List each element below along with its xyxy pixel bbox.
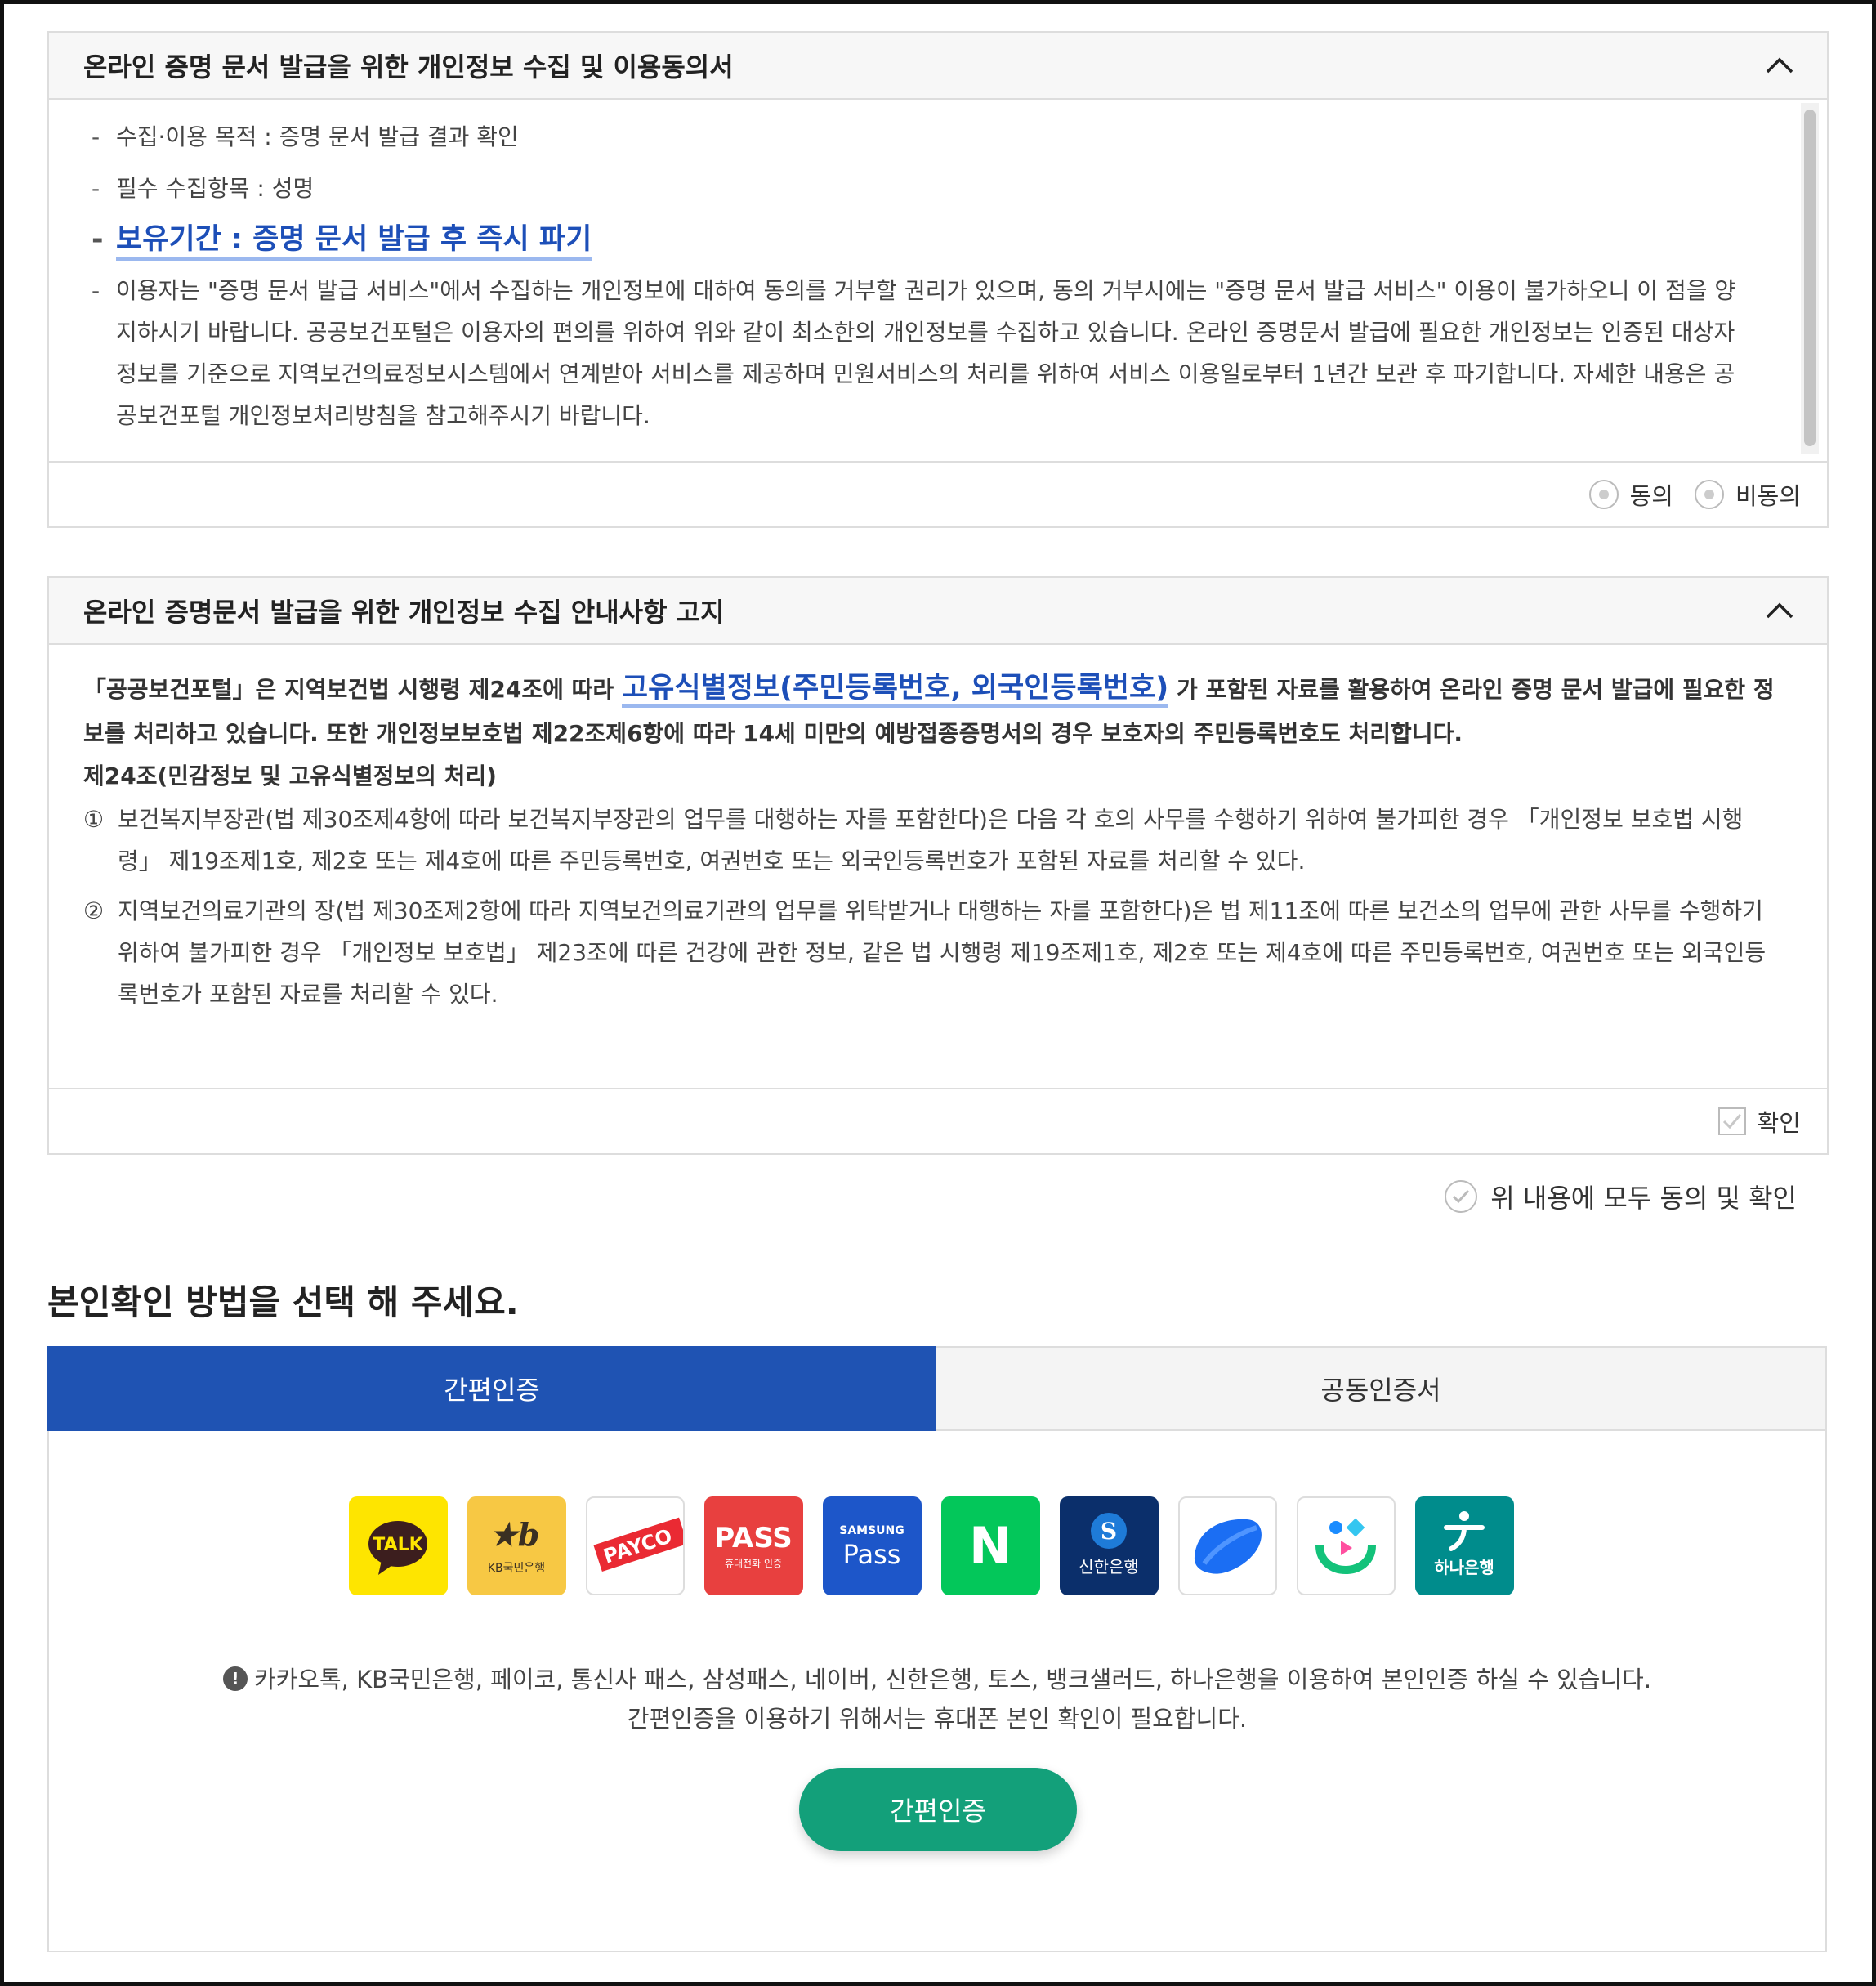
consent-body: 수집·이용 목적 : 증명 문서 발급 결과 확인 필수 수집항목 : 성명 보… xyxy=(49,100,1827,461)
kakao-text: TALK xyxy=(373,1535,423,1555)
disagree-radio-option[interactable]: 비동의 xyxy=(1694,477,1801,512)
auth-notice: ! 카카오톡, KB국민은행, 페이코, 통신사 패스, 삼성패스, 네이버, 신… xyxy=(49,1660,1825,1738)
clause-number: ② xyxy=(83,897,105,924)
notice-panel-title: 온라인 증명문서 발급을 위한 개인정보 수집 안내사항 고지 xyxy=(83,597,725,628)
agree-radio[interactable] xyxy=(1588,480,1619,509)
pass-icon[interactable]: PASS 휴대전화 인증 xyxy=(704,1496,803,1595)
consent-item-retention: 보유기간 : 증명 문서 발급 후 즉시 파기 xyxy=(92,216,1753,263)
auth-method-tabs: 간편인증 공동인증서 xyxy=(47,1346,1827,1431)
hana-bank-icon[interactable]: 하나은행 xyxy=(1415,1496,1514,1595)
exclamation-icon: ! xyxy=(222,1666,248,1691)
agree-radio-option[interactable]: 동의 xyxy=(1588,477,1673,512)
samsung-pass-icon[interactable]: SAMSUNG Pass xyxy=(823,1496,922,1595)
notice-clause: ② 지역보건의료기관의 장(법 제30조제2항에 따라 지역보건의료기관의 업무를… xyxy=(83,890,1778,1015)
provider-icons: TALK ★b KB국민은행 PAYCO PASS 휴대전화 인증 SAMSUN… xyxy=(349,1496,1514,1595)
consent-panel: 온라인 증명 문서 발급을 위한 개인정보 수집 및 이용동의서 수집·이용 목… xyxy=(47,31,1829,528)
consent-item-purpose: 수집·이용 목적 : 증명 문서 발급 결과 확인 xyxy=(92,116,1753,158)
pass-text: PASS xyxy=(714,1522,793,1554)
notice-panel-header[interactable]: 온라인 증명문서 발급을 위한 개인정보 수집 안내사항 고지 xyxy=(49,578,1827,645)
toss-icon[interactable] xyxy=(1178,1496,1277,1595)
samsung-pass-text: Pass xyxy=(843,1539,901,1570)
clause-number: ① xyxy=(83,806,105,833)
consent-panel-title: 온라인 증명 문서 발급을 위한 개인정보 수집 및 이용동의서 xyxy=(83,51,734,83)
tab-joint-certificate[interactable]: 공동인증서 xyxy=(936,1346,1827,1431)
hana-label: 하나은행 xyxy=(1434,1558,1494,1577)
payco-icon[interactable]: PAYCO xyxy=(586,1496,685,1595)
notice-body: 「공공보건포털」은 지역보건법 시행령 제24조에 따라 고유식별정보(주민등록… xyxy=(49,645,1827,1088)
consent-footer: 동의 비동의 xyxy=(49,461,1827,526)
notice-clause: ① 보건복지부장관(법 제30조제4항에 따라 보건복지부장관의 업무를 대행하는… xyxy=(83,798,1778,882)
disagree-radio[interactable] xyxy=(1694,480,1724,509)
auth-notice-line: 간편인증을 이용하기 위해서는 휴대폰 본인 확인이 필요합니다. xyxy=(627,1705,1248,1733)
kakaotalk-icon[interactable]: TALK xyxy=(349,1496,448,1595)
shinhan-bank-icon[interactable]: S 신한은행 xyxy=(1060,1496,1159,1595)
samsung-text: SAMSUNG xyxy=(839,1524,904,1537)
tab-simple-auth[interactable]: 간편인증 xyxy=(47,1346,936,1431)
chevron-up-icon[interactable] xyxy=(1765,51,1794,80)
notice-panel: 온라인 증명문서 발급을 위한 개인정보 수집 안내사항 고지 「공공보건포털」… xyxy=(47,576,1829,1155)
simple-auth-button[interactable]: 간편인증 xyxy=(799,1768,1077,1851)
disagree-label[interactable]: 비동의 xyxy=(1735,477,1801,512)
confirm-label[interactable]: 확인 xyxy=(1758,1104,1801,1138)
notice-clauses: ① 보건복지부장관(법 제30조제4항에 따라 보건복지부장관의 업무를 대행하는… xyxy=(83,798,1778,1015)
chevron-up-icon[interactable] xyxy=(1765,596,1794,625)
pass-sub: 휴대전화 인증 xyxy=(725,1558,782,1569)
scrollbar-thumb[interactable] xyxy=(1804,110,1816,446)
check-circle-icon[interactable] xyxy=(1445,1180,1478,1213)
consent-item-notice: 이용자는 "증명 문서 발급 서비스"에서 수집하는 개인정보에 대하여 동의를… xyxy=(92,270,1753,436)
simple-auth-panel: TALK ★b KB국민은행 PAYCO PASS 휴대전화 인증 SAMSUN… xyxy=(47,1431,1827,1952)
kb-bank-icon[interactable]: ★b KB국민은행 xyxy=(467,1496,566,1595)
svg-text:S: S xyxy=(1101,1518,1117,1545)
consent-scrollbar[interactable] xyxy=(1801,103,1819,454)
notice-lead: 「공공보건포털」은 지역보건법 시행령 제24조에 따라 고유식별정보(주민등록… xyxy=(83,666,1778,756)
svg-text:★b: ★b xyxy=(490,1516,540,1553)
consent-panel-header[interactable]: 온라인 증명 문서 발급을 위한 개인정보 수집 및 이용동의서 xyxy=(49,33,1827,100)
agree-all-option[interactable]: 위 내용에 모두 동의 및 확인 xyxy=(1445,1178,1797,1215)
notice-lead-pre: 「공공보건포털」은 지역보건법 시행령 제24조에 따라 xyxy=(83,676,622,703)
agree-all-label[interactable]: 위 내용에 모두 동의 및 확인 xyxy=(1490,1178,1797,1215)
notice-footer: 확인 xyxy=(49,1088,1827,1153)
naver-text: N xyxy=(969,1516,1012,1576)
kb-label: KB국민은행 xyxy=(488,1562,545,1575)
auth-notice-text: 카카오톡, KB국민은행, 페이코, 통신사 패스, 삼성패스, 네이버, 신한… xyxy=(253,1666,1652,1693)
shinhan-label: 신한은행 xyxy=(1079,1557,1139,1577)
confirm-checkbox[interactable] xyxy=(1717,1107,1746,1135)
auth-notice-line: ! 카카오톡, KB국민은행, 페이코, 통신사 패스, 삼성패스, 네이버, 신… xyxy=(49,1660,1825,1699)
agree-label[interactable]: 동의 xyxy=(1630,477,1673,512)
banksalad-icon[interactable] xyxy=(1297,1496,1396,1595)
clause-text: 보건복지부장관(법 제30조제4항에 따라 보건복지부장관의 업무를 대행하는 … xyxy=(118,806,1744,874)
naver-icon[interactable]: N xyxy=(941,1496,1040,1595)
page-frame: 온라인 증명 문서 발급을 위한 개인정보 수집 및 이용동의서 수집·이용 목… xyxy=(0,0,1876,1986)
consent-retention-text: 보유기간 : 증명 문서 발급 후 즉시 파기 xyxy=(116,223,592,261)
notice-article-title: 제24조(민감정보 및 고유식별정보의 처리) xyxy=(83,763,497,789)
auth-section-title: 본인확인 방법을 선택 해 주세요. xyxy=(47,1282,519,1322)
consent-item-fields: 필수 수집항목 : 성명 xyxy=(92,168,1753,209)
clause-text: 지역보건의료기관의 장(법 제30조제2항에 따라 지역보건의료기관의 업무를 … xyxy=(118,897,1767,1008)
notice-lead-key: 고유식별정보(주민등록번호, 외국인등록번호) xyxy=(621,672,1169,708)
confirm-checkbox-option[interactable]: 확인 xyxy=(1717,1104,1801,1138)
